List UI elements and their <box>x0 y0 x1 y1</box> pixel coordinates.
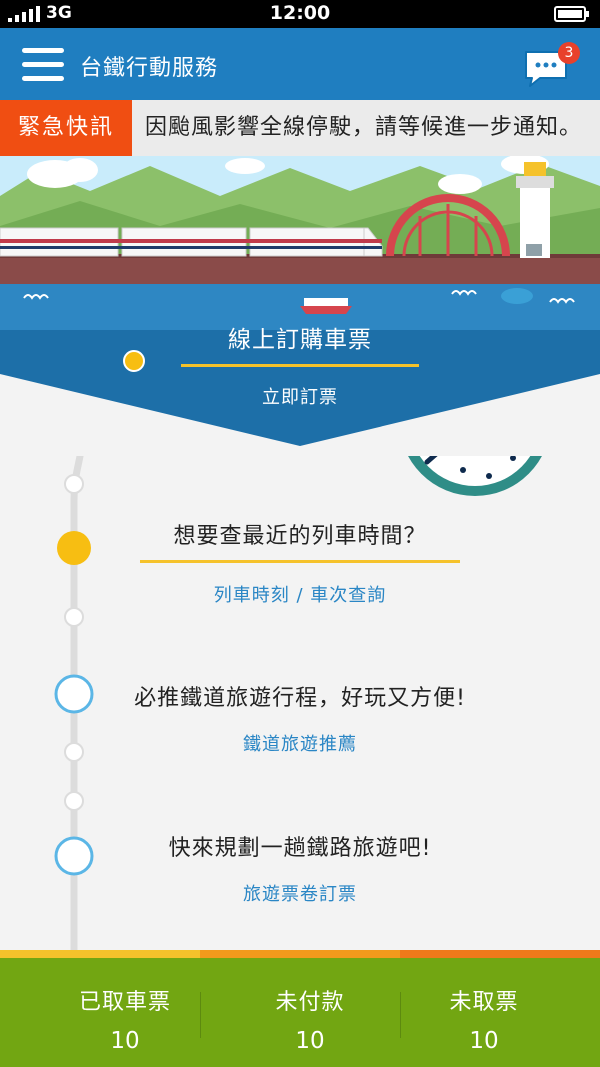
collected-tickets-label: 已取車票 <box>78 990 171 1015</box>
uncollected-tickets-count: 10 <box>469 1028 499 1054</box>
train-schedule-question: 想要查最近的列車時間？ <box>173 524 427 549</box>
message-button[interactable]: 3 <box>522 42 580 90</box>
unpaid-tab[interactable]: 未付款 10 <box>210 958 410 1067</box>
app-title: 台鐵行動服務 <box>80 56 219 81</box>
rail-tour-question: 必推鐵道旅遊行程，好玩又方便! <box>134 686 466 711</box>
hero-section: 線上訂購車票 立即訂票 <box>0 320 600 409</box>
train-schedule-underline <box>140 560 460 563</box>
emergency-alert-bar: 緊急快訊 因颱風影響全線停駛，請等候進一步通知。 <box>0 100 600 156</box>
ticket-summary-bar: 已取車票 10 未付款 10 未取票 10 <box>0 950 600 1067</box>
menu-icon[interactable] <box>22 48 64 82</box>
tour-ticket-section: 快來規劃一趟鐵路旅遊吧! 旅遊票卷訂票 <box>0 830 600 906</box>
collected-tickets-count: 10 <box>110 1028 140 1054</box>
rail-tour-section: 必推鐵道旅遊行程，好玩又方便! 鐵道旅遊推薦 <box>0 680 600 756</box>
bottom-color-stripe <box>0 950 600 958</box>
unpaid-count: 10 <box>295 1028 325 1054</box>
rail-tour-link[interactable]: 鐵道旅遊推薦 <box>0 730 600 756</box>
uncollected-tickets-tab[interactable]: 未取票 10 <box>384 958 584 1067</box>
battery-icon <box>554 6 589 22</box>
status-bar: 3G 12:00 <box>0 0 600 28</box>
uncollected-tickets-label: 未取票 <box>449 990 519 1015</box>
emergency-tag: 緊急快訊 <box>0 100 132 156</box>
hero-progress-dot <box>123 350 145 372</box>
app-bar: 台鐵行動服務 3 <box>0 28 600 100</box>
hero-banner-illustration <box>0 156 600 456</box>
message-count-badge: 3 <box>558 42 580 64</box>
emergency-message: 因颱風影響全線停駛，請等候進一步通知。 <box>145 115 583 140</box>
hero-underline <box>181 364 419 367</box>
train-schedule-section: 想要查最近的列車時間？ 列車時刻 / 車次查詢 <box>0 518 600 607</box>
tour-ticket-link[interactable]: 旅遊票卷訂票 <box>0 880 600 906</box>
unpaid-label: 未付款 <box>275 990 345 1015</box>
status-time: 12:00 <box>269 2 331 24</box>
train-schedule-link[interactable]: 列車時刻 / 車次查詢 <box>0 581 600 607</box>
book-ticket-link[interactable]: 立即訂票 <box>0 383 600 409</box>
tour-ticket-question: 快來規劃一趟鐵路旅遊吧! <box>168 836 432 861</box>
bottom-divider <box>200 992 201 1038</box>
collected-tickets-tab[interactable]: 已取車票 10 <box>25 958 225 1067</box>
hero-title: 線上訂購車票 <box>228 327 372 353</box>
